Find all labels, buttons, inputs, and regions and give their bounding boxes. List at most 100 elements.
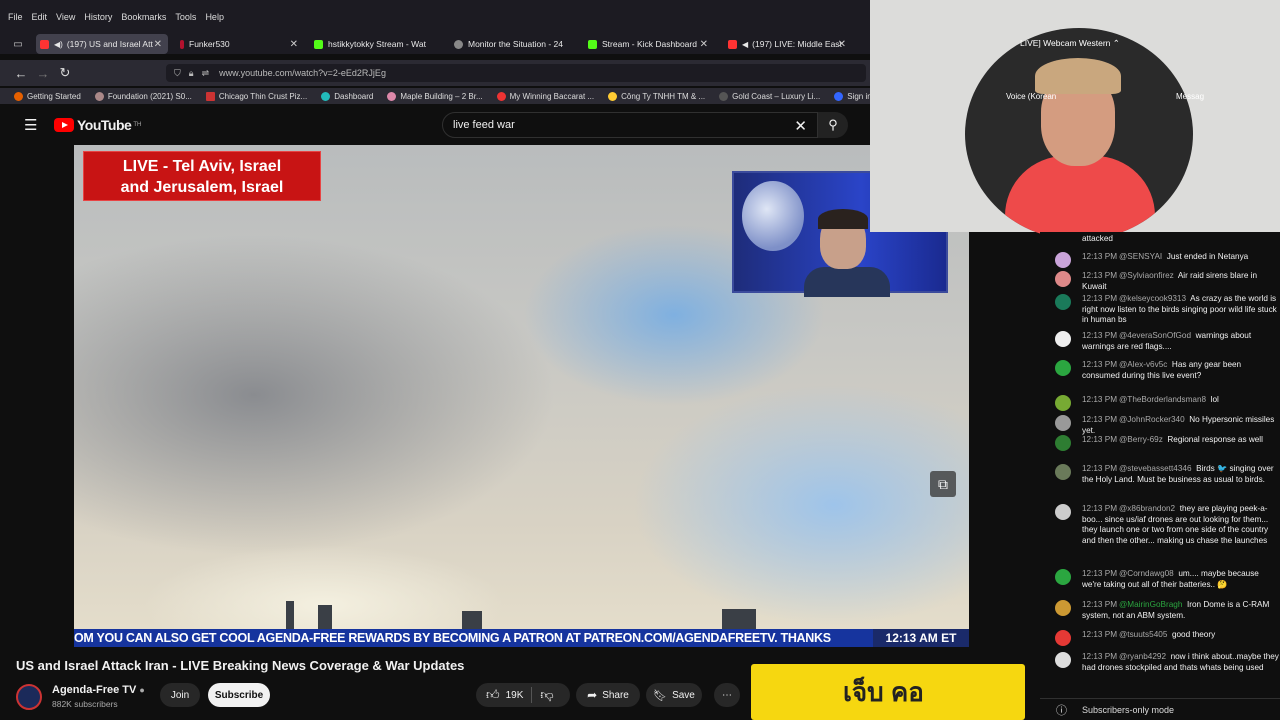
- clear-search-icon[interactable]: ✕: [794, 117, 807, 135]
- chat-avatar[interactable]: [1055, 395, 1071, 411]
- chat-author[interactable]: @SENSYAI: [1119, 252, 1162, 261]
- menu-file[interactable]: File: [8, 12, 23, 22]
- bookmark-dashboard[interactable]: Dashboard: [321, 91, 374, 101]
- chat-text: @JohnRocker340 No Hypersonic missiles ye…: [1082, 415, 1280, 436]
- chat-avatar[interactable]: [1055, 331, 1071, 347]
- tab-kick-dashboard[interactable]: Stream - Kick Dashboard ✕: [578, 34, 714, 54]
- menu-tools[interactable]: Tools: [175, 12, 196, 22]
- save-button[interactable]: 🔖︎ Save: [646, 683, 702, 707]
- bookmark-baccarat[interactable]: My Winning Baccarat ...: [496, 91, 594, 101]
- chat-avatar[interactable]: [1055, 652, 1071, 668]
- close-tab-icon[interactable]: ✕: [700, 39, 708, 50]
- tab-list-icon[interactable]: ▭: [0, 39, 36, 50]
- ad-graphic: เจ็บ คอ: [843, 677, 924, 707]
- chat-avatar[interactable]: [1055, 271, 1071, 287]
- join-button[interactable]: Join: [160, 683, 200, 707]
- bookmark-favicon-icon: [608, 91, 618, 101]
- chat-avatar[interactable]: [1055, 464, 1071, 480]
- menu-bookmarks[interactable]: Bookmarks: [121, 12, 166, 22]
- search-input[interactable]: live feed war ✕: [442, 112, 818, 138]
- chat-author[interactable]: @tsuuts5405: [1119, 630, 1167, 639]
- chat-avatar[interactable]: [1055, 360, 1071, 376]
- chat-text: @Corndawg08 um.... maybe because we're t…: [1082, 569, 1280, 590]
- thumbs-down-icon[interactable]: 👎︎: [540, 687, 553, 703]
- chat-author[interactable]: @kelseycook9313: [1119, 294, 1186, 303]
- ad-banner[interactable]: เจ็บ คอ: [751, 664, 1025, 720]
- chat-author[interactable]: @Sylviaonfirez: [1119, 271, 1174, 280]
- chat-author[interactable]: @stevebassett4346: [1119, 464, 1192, 473]
- chat-avatar[interactable]: [1055, 630, 1071, 646]
- more-actions-icon[interactable]: ⋯: [714, 683, 740, 707]
- bookmark-gold-coast[interactable]: Gold Coast – Luxury Li...: [719, 91, 820, 101]
- tab-audio-icon[interactable]: ◀): [54, 40, 63, 49]
- chat-author[interactable]: @x86brandon2: [1119, 504, 1175, 513]
- close-tab-icon[interactable]: ✕: [838, 39, 846, 50]
- chat-body: Just ended in Netanya: [1166, 252, 1249, 261]
- thumbs-up-icon[interactable]: 👍︎: [486, 687, 500, 703]
- channel-name[interactable]: Agenda-Free TV ●: [52, 684, 145, 696]
- back-icon[interactable]: ←: [10, 66, 32, 81]
- bookmark-label: Dashboard: [334, 91, 374, 101]
- chat-author[interactable]: @4everaSonOfGod: [1119, 331, 1191, 340]
- shield-icon[interactable]: ⛉: [174, 68, 181, 79]
- chat-avatar[interactable]: [1055, 435, 1071, 451]
- bookmark-favicon-icon: [719, 91, 729, 101]
- tab-kick-stream[interactable]: hstikkytokky Stream - Wat: [304, 34, 440, 54]
- chat-author[interactable]: @Corndawg08: [1119, 569, 1174, 578]
- subscriber-count: 882K subscribers: [52, 699, 118, 709]
- youtube-play-icon: [54, 118, 74, 132]
- tab-label: Funker530: [189, 39, 230, 49]
- subscribe-button[interactable]: Subscribe: [208, 683, 270, 707]
- chat-text: @Berry-69z Regional response as well: [1082, 435, 1280, 446]
- chat-author[interactable]: @MairinGoBragh: [1119, 600, 1182, 609]
- picture-in-picture-icon[interactable]: ⧉: [930, 471, 956, 497]
- chat-avatar[interactable]: [1055, 294, 1071, 310]
- tab-audio-icon[interactable]: ◀: [742, 40, 748, 49]
- skyline-building: [462, 611, 482, 629]
- chat-avatar[interactable]: [1055, 415, 1071, 431]
- search-button[interactable]: ⚲: [818, 112, 848, 138]
- chat-avatar[interactable]: [1055, 252, 1071, 268]
- forward-icon[interactable]: →: [32, 66, 54, 81]
- menu-bar: File Edit View History Bookmarks Tools H…: [0, 0, 870, 34]
- url-bar[interactable]: ⛉ 🔒︎ ⇌ www.youtube.com/watch?v=2-eEd2RJj…: [166, 64, 866, 82]
- bookmark-cong-ty[interactable]: Công Ty TNHH TM & ...: [608, 91, 705, 101]
- chat-author[interactable]: @Berry-69z: [1119, 435, 1163, 444]
- bookmarks-toolbar: Getting Started Foundation (2021) S0... …: [0, 88, 870, 104]
- skyline-building: [722, 609, 756, 629]
- chat-author[interactable]: @JohnRocker340: [1119, 415, 1185, 424]
- hamburger-menu-icon[interactable]: ☰: [24, 116, 37, 134]
- bookmark-maple-building[interactable]: Maple Building – 2 Br...: [387, 91, 483, 101]
- info-icon[interactable]: ⓘ: [1056, 702, 1067, 718]
- chat-avatar[interactable]: [1055, 600, 1071, 616]
- verified-icon: ●: [139, 685, 145, 695]
- chat-author[interactable]: @Alex-v6v5c: [1119, 360, 1167, 369]
- close-tab-icon[interactable]: ✕: [154, 39, 162, 50]
- bookmark-foundation[interactable]: Foundation (2021) S0...: [94, 91, 192, 101]
- chat-avatar[interactable]: [1055, 504, 1071, 520]
- chat-author[interactable]: @TheBorderlandsman8: [1119, 395, 1206, 404]
- tab-funker530[interactable]: Funker530 ✕: [168, 34, 304, 54]
- menu-view[interactable]: View: [56, 12, 75, 22]
- tab-middle-east-live[interactable]: ◀ (197) LIVE: Middle East ✕: [714, 34, 852, 54]
- tab-youtube-active[interactable]: ◀) (197) US and Israel Att ✕: [36, 34, 168, 54]
- bookmark-sign-in[interactable]: Sign in - Dre: [834, 91, 870, 101]
- menu-history[interactable]: History: [84, 12, 112, 22]
- share-button[interactable]: ➦ Share: [576, 683, 640, 707]
- chat-avatar[interactable]: [1055, 569, 1071, 585]
- channel-avatar[interactable]: [16, 684, 42, 710]
- chat-author[interactable]: @ryanb4292: [1119, 652, 1166, 661]
- tab-monitor-situation[interactable]: Monitor the Situation - 24: [440, 34, 578, 54]
- video-player[interactable]: LIVE - Tel Aviv, Israel and Jerusalem, I…: [74, 145, 969, 647]
- bookmark-chicago-pizza[interactable]: Chicago Thin Crust Piz...: [205, 91, 307, 101]
- bookmark-getting-started[interactable]: Getting Started: [14, 91, 81, 101]
- reload-icon[interactable]: ↻: [54, 65, 76, 81]
- permissions-icon[interactable]: ⇌: [202, 68, 210, 79]
- close-tab-icon[interactable]: ✕: [290, 39, 298, 50]
- like-count[interactable]: 19K: [506, 690, 524, 701]
- lock-icon[interactable]: 🔒︎: [189, 68, 194, 79]
- youtube-logo[interactable]: YouTube TH: [54, 117, 141, 133]
- menu-edit[interactable]: Edit: [32, 12, 48, 22]
- bookmark-favicon-icon: [496, 91, 506, 101]
- menu-help[interactable]: Help: [205, 12, 224, 22]
